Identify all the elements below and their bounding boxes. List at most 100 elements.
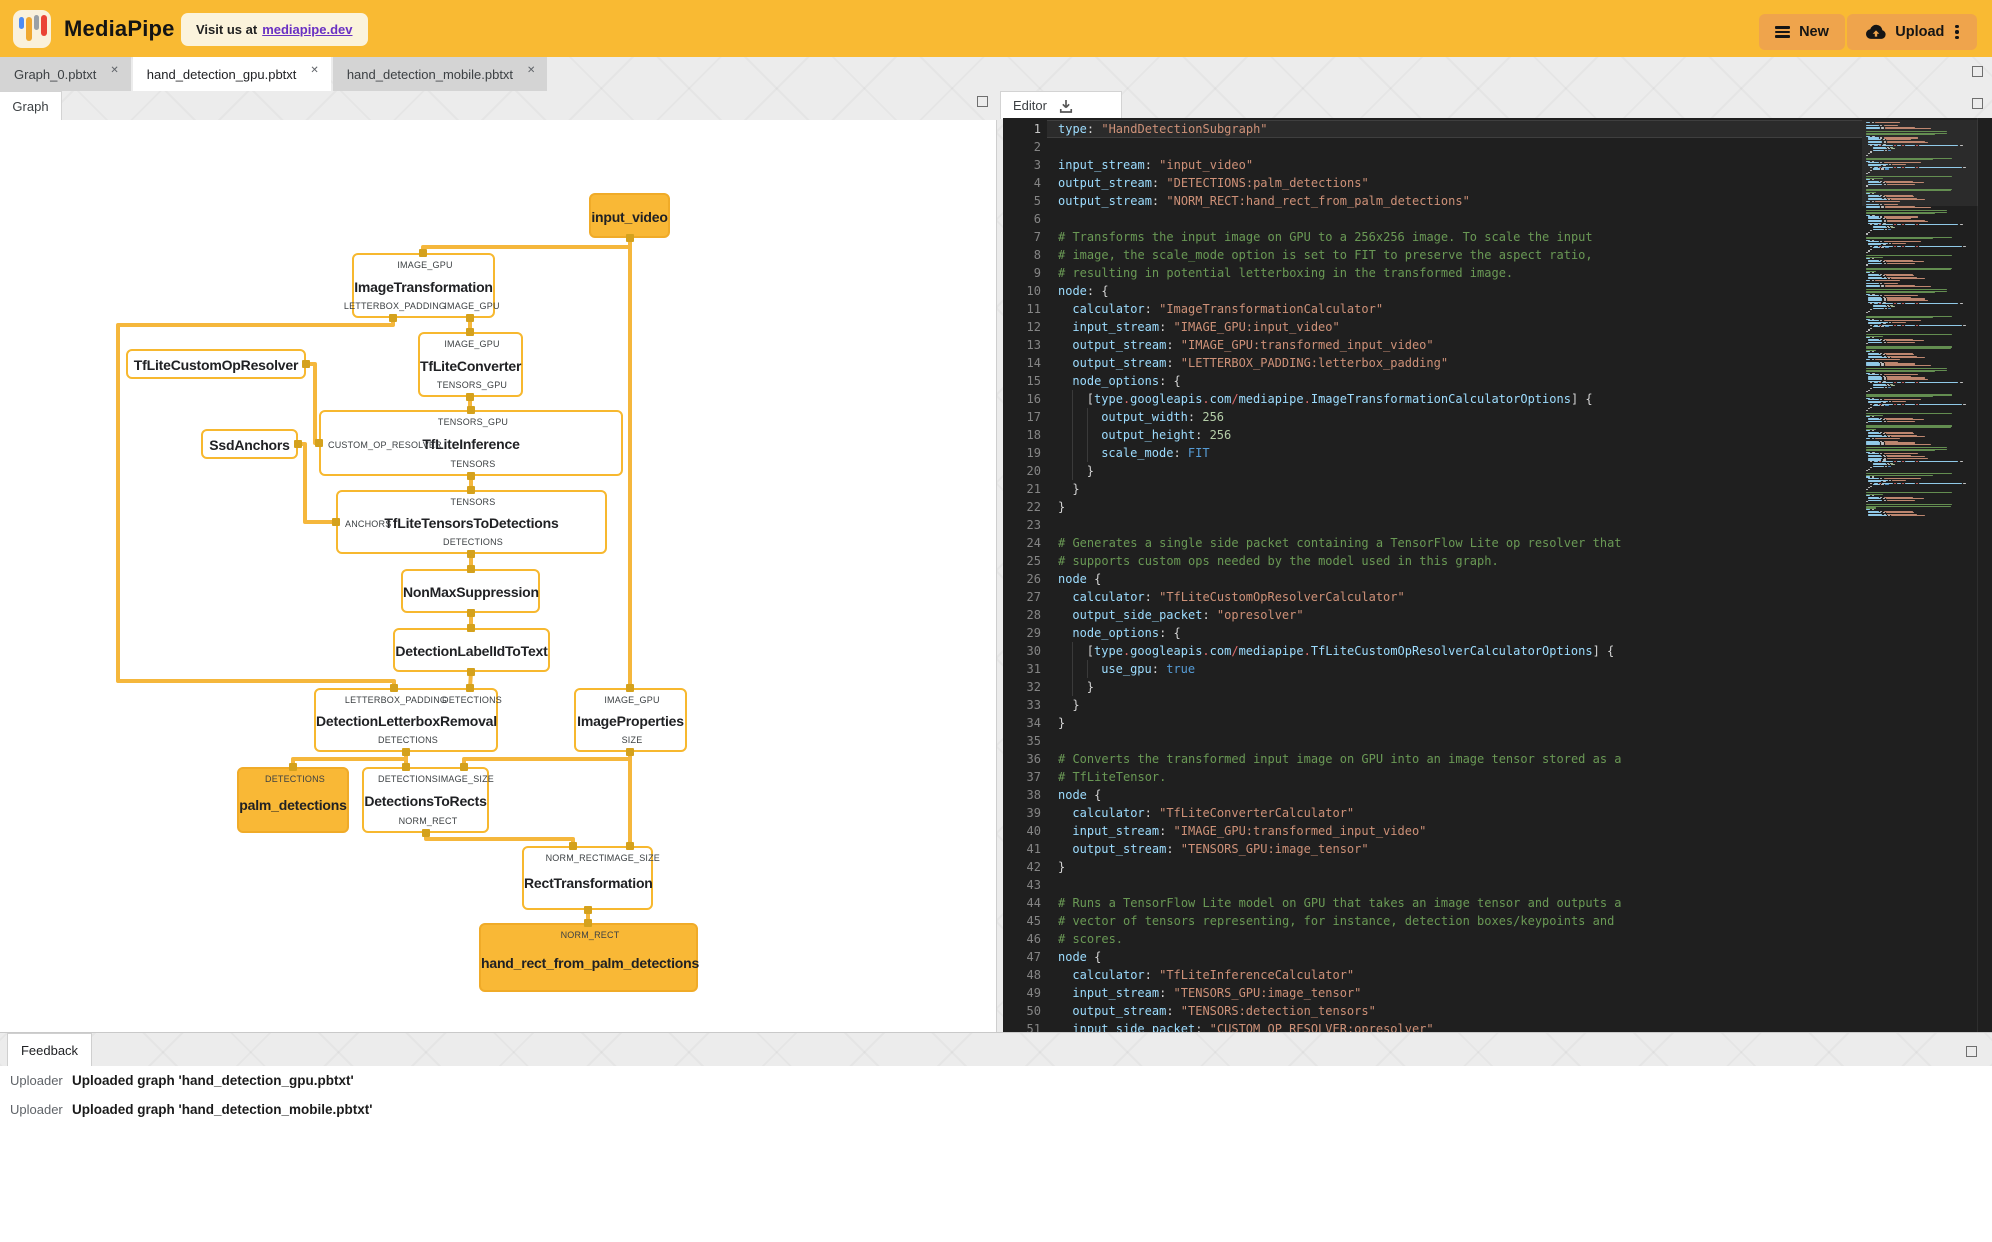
code-line-40: input_stream: "IMAGE_GPU:transformed_inp… [1072,824,1427,838]
close-icon[interactable]: ✕ [527,65,535,76]
graph-node-DetectionsToRects[interactable]: DetectionsToRects DETECTIONS IMAGE_SIZE NOR… [362,767,494,833]
graph-node-palm_detections[interactable]: palm_detections DETECTIONS [237,767,349,833]
port-label-DETECTIONS: DETECTIONS [377,735,439,745]
line-number: 50 [1026,1004,1041,1018]
port-label-IMAGE_GPU: IMAGE_GPU [604,695,660,705]
code-line-32: } [1058,678,1094,696]
mediapipe-visualizer: { "colors": { "header_bg": "#F9BA33", "b… [0,0,1992,1242]
graph-node-NonMaxSuppression[interactable]: NonMaxSuppression [401,569,540,613]
code-line-21: } [1072,482,1080,496]
node-title: TfLiteConverter [420,357,522,374]
line-number: 3 [1033,158,1041,172]
popout-square-icon[interactable] [1966,1046,1977,1057]
code-line-14: output_stream: "LETTERBOX_PADDING:letter… [1072,356,1449,370]
file-tab-hand_detection_gpu.pbtxt[interactable]: hand_detection_gpu.pbtxt ✕ [132,57,331,91]
code-line-45: # vector of tensors representing, for in… [1058,914,1615,928]
mediapipe-logo-icon [13,10,51,48]
code-line-44: # Runs a TensorFlow Lite model on GPU th… [1058,896,1622,910]
port-label-DETECTIONS: DETECTIONS [377,774,439,784]
line-number: 11 [1026,302,1041,316]
port-label-LETTERBOX_PADDING: LETTERBOX_PADDING [343,301,447,311]
line-number: 2 [1033,140,1041,154]
popout-square-icon[interactable] [1972,98,1983,109]
indent-guide [1072,660,1074,678]
code-line-33: } [1072,698,1080,712]
port-label-CUSTOM_OP_RESOLVER: CUSTOM_OP_RESOLVER [328,440,442,450]
graph-node-hand_rect_from_palm_detections[interactable]: hand_rect_from_palm_detections NORM_RECT [479,923,699,992]
code-line-10: node: { [1058,284,1109,298]
close-icon[interactable]: ✕ [310,65,318,76]
download-icon[interactable] [1057,97,1075,115]
graph-tab-label: Graph [12,99,49,114]
file-tab-Graph_0.pbtxt[interactable]: Graph_0.pbtxt ✕ [0,57,131,91]
line-number: 33 [1026,698,1041,712]
line-number: 23 [1026,518,1041,532]
line-number: 14 [1026,356,1041,370]
file-tab-label: hand_detection_gpu.pbtxt [146,66,297,82]
graph-node-RectTransformation[interactable]: RectTransformation NORM_RECT IMAGE_SIZE [522,846,660,910]
popout-square-icon[interactable] [1972,66,1983,77]
code-line-31: use_gpu: true [1058,660,1195,678]
file-tab-hand_detection_mobile.pbtxt[interactable]: hand_detection_mobile.pbtxt ✕ [332,57,548,91]
port-label-NORM_RECT: NORM_RECT [545,853,605,863]
line-number: 9 [1033,266,1041,280]
line-number: 15 [1026,374,1041,388]
code-line-41: output_stream: "TENSORS_GPU:image_tensor… [1072,842,1369,856]
editor-scrollbar[interactable] [1977,118,1992,1032]
graph-node-TfLiteInference[interactable]: TfLiteInference TENSORS_GPU TENSORS CUSTOM_… [319,410,623,476]
line-number: 13 [1026,338,1041,352]
graph-node-DetectionLetterboxRemoval[interactable]: DetectionLetterboxRemoval LETTERBOX_PADDI… [314,688,502,752]
graph-node-TfLiteCustomOpResolver[interactable]: TfLiteCustomOpResolver [126,349,306,379]
tab-feedback[interactable]: Feedback [7,1033,92,1067]
indent-guide [1072,642,1074,660]
indent-guide [1072,390,1074,408]
tab-graph[interactable]: Graph [0,91,62,121]
port-connector [419,249,427,257]
code-line-16: [type.googleapis.com/mediapipe.ImageTran… [1058,390,1593,408]
upload-button[interactable]: Upload [1847,14,1977,50]
line-number: 34 [1026,716,1041,730]
line-number: 47 [1026,950,1041,964]
code-line-30: [type.googleapis.com/mediapipe.TfLiteCus… [1058,642,1614,660]
line-number: 6 [1033,212,1041,226]
port-connector [467,609,475,617]
close-icon[interactable]: ✕ [110,65,118,76]
code-line-13: output_stream: "IMAGE_GPU:transformed_in… [1072,338,1434,352]
line-number: 18 [1026,428,1041,442]
indent-guide [1086,444,1088,462]
code-editor[interactable]: 1 2 3 4 5 6 7 8 9 10 11 12 13 14 15 16 17 18 19 20 21 22 23 24 2… [1003,118,1992,1032]
tab-editor[interactable]: Editor [1000,91,1122,119]
node-title: DetectionsToRects [364,793,487,809]
node-title: ImageTransformation [354,278,493,295]
visit-us-text: Visit us at [196,22,258,37]
node-title: ImageProperties [577,713,684,729]
kebab-menu-icon[interactable] [1955,23,1959,42]
editor-minimap[interactable] [1862,118,1978,1032]
graph-node-TfLiteTensorsToDetections[interactable]: TfLiteTensorsToDetections TENSORS DETECTIO… [336,490,607,554]
edge-detectionstorects-to-recttransformation [424,833,575,846]
code-line-1: type: "HandDetectionSubgraph" [1058,122,1268,136]
feedback-row: Uploader Uploaded graph 'hand_detection_g… [0,1066,1992,1095]
feedback-row: Uploader Uploaded graph 'hand_detection_m… [0,1095,1992,1124]
graph-node-TfLiteConverter[interactable]: TfLiteConverter IMAGE_GPU TENSORS_GPU [418,332,523,397]
graph-node-ImageProperties[interactable]: ImageProperties IMAGE_GPU SIZE [574,688,687,752]
code-line-47: node { [1058,950,1102,964]
port-label-NORM_RECT: NORM_RECT [560,930,620,940]
port-label-IMAGE_GPU: IMAGE_GPU [444,301,500,311]
line-number: 22 [1026,500,1041,514]
code-line-7: # Transforms the input image on GPU to a… [1058,230,1593,244]
graph-canvas[interactable]: input_video ImageTransformation IMAGE_GPU L… [0,120,997,1032]
popout-square-icon[interactable] [977,96,988,107]
port-connector [460,763,468,771]
graph-node-DetectionLabelIdToText[interactable]: DetectionLabelIdToText [393,628,550,672]
line-number: 51 [1026,1022,1041,1032]
code-line-25: # supports custom ops needed by the mode… [1058,554,1499,568]
code-line-8: # image, the scale_mode option is set to… [1058,248,1593,262]
port-label-TENSORS_GPU: TENSORS_GPU [436,380,508,390]
graph-node-SsdAnchors[interactable]: SsdAnchors [201,429,298,459]
port-connector [389,314,397,322]
graph-node-input_video[interactable]: input_video [589,193,670,238]
new-button[interactable]: New [1759,14,1845,50]
graph-node-ImageTransformation[interactable]: ImageTransformation IMAGE_GPU LETTERBOX_PA… [344,253,499,318]
mediapipe-dev-link[interactable]: mediapipe.dev [262,22,352,37]
